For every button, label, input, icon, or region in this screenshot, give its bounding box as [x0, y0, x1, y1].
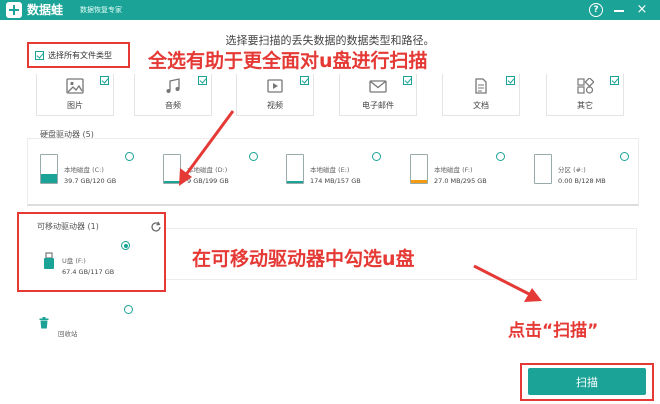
video-icon — [267, 79, 283, 93]
file-type-label: 其它 — [577, 101, 593, 110]
drive-usage-fill — [287, 180, 303, 183]
email-icon — [369, 80, 387, 93]
other-icon — [577, 78, 594, 94]
file-type-label: 图片 — [67, 101, 83, 110]
recycle-bin-icon — [39, 317, 49, 329]
select-all-toggle[interactable]: 选择所有文件类型 — [27, 42, 130, 68]
file-type-card-video[interactable]: 视频 — [236, 74, 314, 116]
minimize-button[interactable] — [611, 2, 627, 18]
file-type-label: 电子邮件 — [362, 101, 394, 110]
app-logo-icon — [6, 2, 22, 18]
usb-drive-icon — [44, 252, 54, 269]
drive-item[interactable]: 分区 (#:) 0.00 B/128 MB — [534, 150, 638, 200]
drive-usage-fill — [164, 180, 180, 183]
drive-item[interactable]: 本地磁盘 (E:) 174 MB/157 GB — [286, 150, 390, 200]
file-type-label: 文档 — [473, 101, 489, 110]
file-type-checkbox[interactable] — [198, 76, 207, 85]
file-type-label: 视频 — [267, 101, 283, 110]
recycle-bin-radio[interactable] — [124, 305, 133, 314]
drive-size: 27.0 MB/295 GB — [434, 177, 487, 185]
app-name: 数据蛙 — [27, 3, 64, 17]
annotation-arrow-2-head — [524, 288, 542, 302]
file-type-card-image[interactable]: 图片 — [36, 74, 114, 116]
file-type-checkbox[interactable] — [300, 76, 309, 85]
drive-item[interactable]: 本地磁盘 (F:) 27.0 MB/295 GB — [410, 150, 514, 200]
annotation-select-all: 全选有助于更全面对u盘进行扫描 — [148, 50, 428, 72]
recycle-bin-label: 回收站 — [58, 330, 78, 338]
drive-disk-icon — [410, 154, 428, 184]
app-subtitle: 数据恢复专家 — [80, 6, 122, 14]
drive-disk-icon — [286, 154, 304, 184]
refresh-icon[interactable] — [150, 221, 162, 233]
drive-disk-icon — [163, 154, 181, 184]
drive-radio[interactable] — [496, 152, 505, 161]
removable-drives-label: 可移动驱动器 (1) — [37, 222, 99, 231]
annotation-removable: 在可移动驱动器中勾选u盘 — [192, 248, 415, 270]
drive-name: 本地磁盘 (D:) — [187, 166, 228, 174]
drive-item[interactable]: 本地磁盘 (C:) 39.7 GB/120 GB — [40, 150, 144, 200]
drive-item[interactable]: 本地磁盘 (D:) 9 GB/199 GB — [163, 150, 267, 200]
drive-disk-icon — [534, 154, 552, 184]
drive-radio[interactable] — [249, 152, 258, 161]
removable-drive-size: 67.4 GB/117 GB — [62, 268, 115, 276]
drive-size: 0.00 B/128 MB — [558, 177, 606, 185]
drive-disk-icon — [40, 154, 58, 184]
image-icon — [66, 78, 84, 94]
drive-size: 39.7 GB/120 GB — [64, 177, 117, 185]
file-type-card-audio[interactable]: 音频 — [134, 74, 212, 116]
select-all-checkbox[interactable] — [35, 50, 44, 60]
file-type-checkbox[interactable] — [100, 76, 109, 85]
drive-usage-fill — [411, 180, 427, 183]
close-button[interactable]: × — [634, 2, 650, 18]
audio-icon — [166, 78, 180, 93]
drive-radio[interactable] — [620, 152, 629, 161]
select-all-label: 选择所有文件类型 — [48, 50, 112, 60]
file-type-card-other[interactable]: 其它 — [546, 74, 624, 116]
drive-size: 174 MB/157 GB — [310, 177, 361, 185]
drive-name: 本地磁盘 (E:) — [310, 166, 350, 174]
drive-usage-fill — [41, 173, 57, 183]
drive-name: 本地磁盘 (C:) — [64, 166, 104, 174]
drive-size: 9 GB/199 GB — [187, 177, 229, 185]
drive-radio[interactable] — [372, 152, 381, 161]
drive-name: 本地磁盘 (F:) — [434, 166, 473, 174]
removable-drive-name: U盘 (F:) — [62, 257, 86, 265]
annotation-scan: 点击“扫描” — [508, 321, 599, 341]
file-type-checkbox[interactable] — [506, 76, 515, 85]
app-logo — [6, 2, 22, 18]
file-type-checkbox[interactable] — [403, 76, 412, 85]
title-bar: 数据蛙 数据恢复专家 ? × — [0, 0, 660, 20]
drive-radio[interactable] — [125, 152, 134, 161]
drive-name: 分区 (#:) — [558, 166, 586, 174]
scan-button[interactable]: 扫描 — [528, 368, 646, 395]
file-type-checkbox[interactable] — [610, 76, 619, 85]
file-type-label: 音频 — [165, 101, 181, 110]
file-type-card-document[interactable]: 文档 — [442, 74, 520, 116]
help-button[interactable]: ? — [589, 3, 603, 17]
file-type-card-email[interactable]: 电子邮件 — [339, 74, 417, 116]
removable-drive-radio[interactable] — [121, 241, 130, 250]
document-icon — [475, 78, 487, 94]
